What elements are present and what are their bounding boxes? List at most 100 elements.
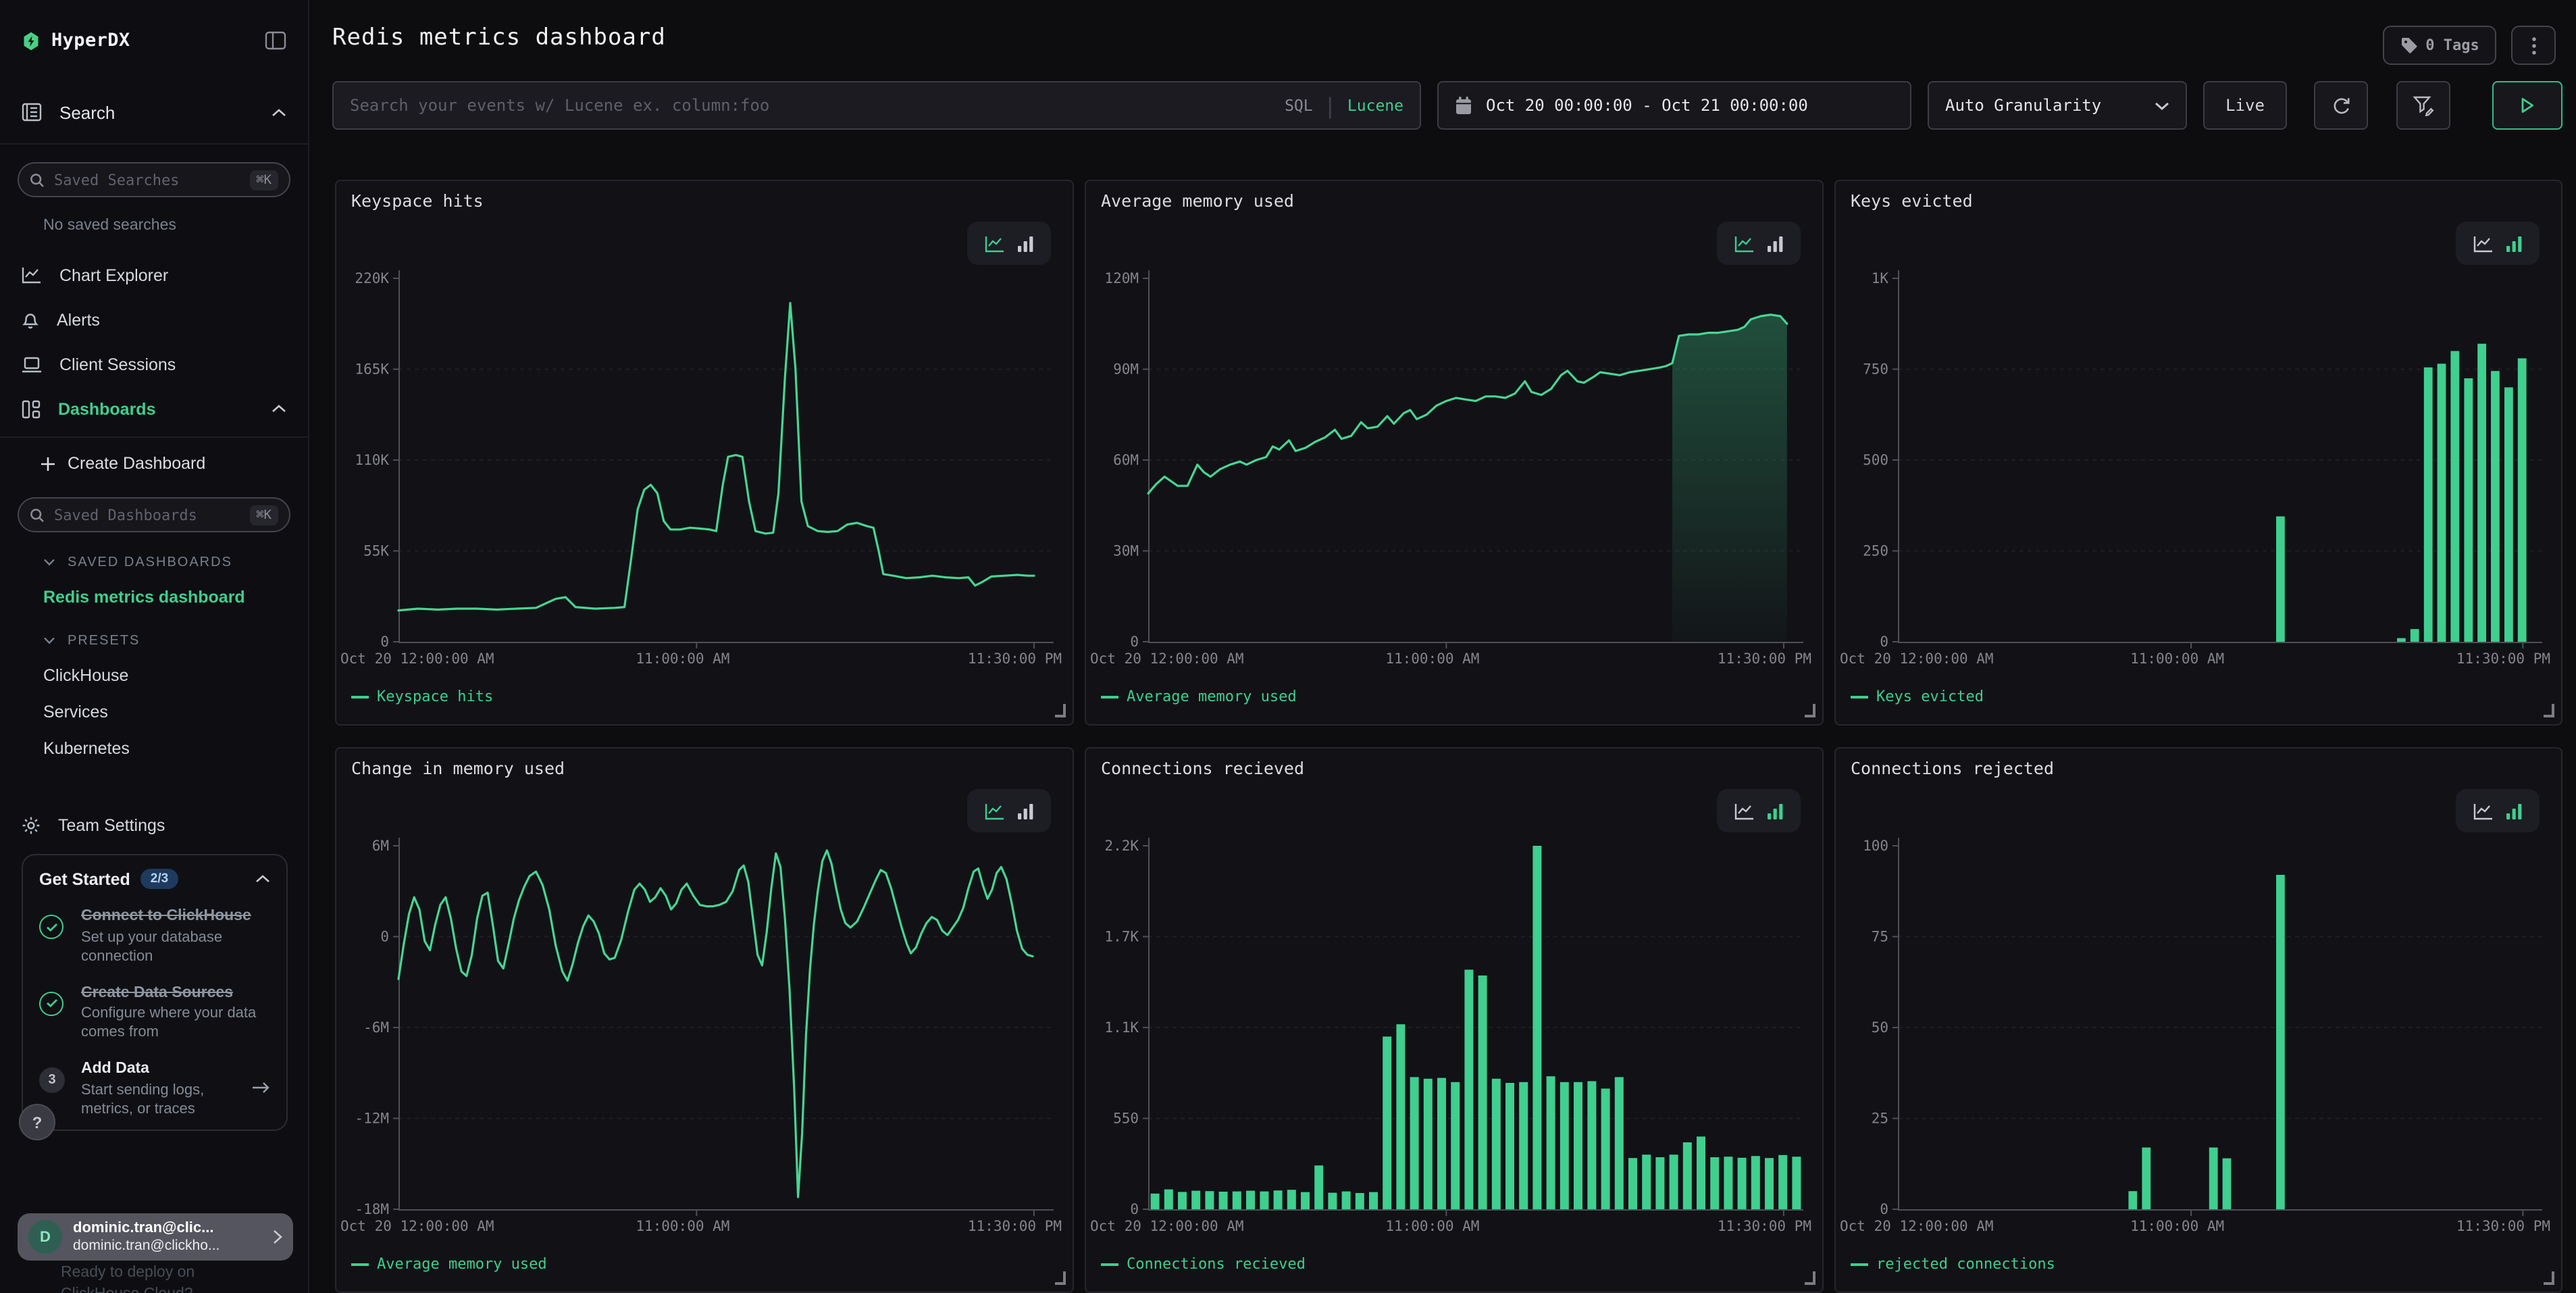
tag-icon	[2400, 36, 2417, 54]
svg-text:1.7K: 1.7K	[1104, 929, 1139, 945]
event-search-input[interactable]: Search your events w/ Lucene ex. column:…	[332, 81, 1421, 130]
check-circle-icon	[39, 915, 63, 939]
x-tick-mid: 11:00:00 AM	[636, 651, 729, 667]
run-query-button[interactable]	[2492, 81, 2562, 130]
sql-mode-toggle[interactable]: SQL	[1285, 96, 1313, 115]
svg-text:60M: 60M	[1113, 452, 1139, 468]
resize-handle[interactable]	[1805, 704, 1815, 717]
sidebar-item-alerts[interactable]: Alerts	[0, 297, 308, 342]
chart-panel-avg-memory: Average memory used120M90M60M30M0Oct 20 …	[1085, 180, 1824, 726]
saved-dashboards-placeholder: Saved Dashboards	[54, 506, 249, 524]
bar-chart-icon[interactable]	[2505, 234, 2523, 252]
date-range-picker[interactable]: Oct 20 00:00:00 - Oct 21 00:00:00	[1437, 81, 1911, 130]
chart-plot-keyspace-hits: 220K165K110K55K0	[336, 181, 1075, 727]
x-tick-end: 11:30:00 PM	[2456, 1219, 2550, 1235]
help-button[interactable]: ?	[19, 1104, 55, 1140]
chart-type-toggle	[2456, 789, 2540, 832]
chevron-down-icon	[43, 634, 55, 649]
svg-text:750: 750	[1863, 361, 1888, 378]
sidebar-item-redis-dashboard[interactable]: Redis metrics dashboard	[43, 588, 308, 607]
saved-dashboards-input[interactable]: Saved Dashboards ⌘K	[18, 497, 290, 532]
resize-handle[interactable]	[2544, 1271, 2554, 1285]
get-started-item-connect[interactable]: Connect to ClickHouse Set up your databa…	[39, 907, 270, 965]
legend-swatch	[1101, 695, 1118, 698]
resize-handle[interactable]	[1055, 704, 1066, 717]
tags-button[interactable]: 0 Tags	[2383, 26, 2496, 65]
chart-panel-connections-rejected: Connections rejected1007550250Oct 20 12:…	[1834, 747, 2562, 1293]
line-chart-icon[interactable]	[2473, 802, 2493, 819]
x-tick-end: 11:30:00 PM	[968, 651, 1062, 667]
chart-type-toggle	[1717, 222, 1801, 265]
page-title: Redis metrics dashboard	[332, 24, 666, 51]
svg-text:55K: 55K	[363, 543, 389, 559]
chart-title-connections-rejected: Connections rejected	[1851, 758, 2054, 778]
sidebar-item-dashboards[interactable]: Dashboards	[0, 386, 308, 431]
bar-chart-icon[interactable]	[1766, 802, 1784, 819]
filter-icon[interactable]	[2396, 81, 2450, 130]
svg-text:0: 0	[1880, 1201, 1888, 1217]
sidebar-item-clickhouse[interactable]: ClickHouse	[43, 666, 308, 685]
search-icon	[30, 507, 45, 522]
resize-handle[interactable]	[1055, 1271, 1066, 1285]
get-started-progress-badge: 2/3	[141, 869, 178, 889]
more-options-button[interactable]	[2511, 26, 2556, 65]
svg-text:1K: 1K	[1872, 270, 1889, 286]
bar-chart-icon[interactable]	[1766, 234, 1784, 252]
svg-text:100: 100	[1863, 838, 1888, 854]
chart-plot-memory-change: 6M0-6M-12M-18M	[336, 749, 1075, 1293]
svg-text:30M: 30M	[1113, 543, 1139, 559]
chart-title-keyspace-hits: Keyspace hits	[351, 191, 484, 211]
chart-legend-connections-rejected: rejected connections	[1851, 1255, 2055, 1273]
saved-dashboards-header[interactable]: SAVED DASHBOARDS	[43, 555, 308, 570]
step-badge: 3	[39, 1067, 65, 1093]
resize-handle[interactable]	[1805, 1271, 1815, 1285]
x-tick-start: Oct 20 12:00:00 AM	[1090, 651, 1244, 667]
sidebar-item-client-sessions[interactable]: Client Sessions	[0, 342, 308, 386]
resize-handle[interactable]	[2544, 704, 2554, 717]
no-saved-searches-text: No saved searches	[43, 218, 308, 234]
svg-text:120M: 120M	[1104, 270, 1139, 286]
bar-chart-icon[interactable]	[2505, 802, 2523, 819]
sidebar-item-kubernetes[interactable]: Kubernetes	[43, 739, 308, 758]
legend-swatch	[1101, 1263, 1118, 1265]
line-chart-icon[interactable]	[2473, 234, 2493, 252]
sidebar-item-services[interactable]: Services	[43, 703, 308, 721]
user-menu[interactable]: D dominic.tran@clic... dominic.tran@clic…	[18, 1213, 293, 1261]
legend-swatch	[1851, 1263, 1868, 1265]
x-tick-end: 11:30:00 PM	[1718, 1219, 1811, 1235]
presets-header[interactable]: PRESETS	[43, 634, 308, 649]
chart-legend-memory-change: Average memory used	[351, 1255, 547, 1273]
search-placeholder: Search your events w/ Lucene ex. column:…	[350, 96, 1285, 115]
sidebar-item-search[interactable]: Search	[0, 92, 308, 132]
chart-panel-keys-evicted: Keys evicted1K7505002500Oct 20 12:00:00 …	[1834, 180, 2562, 726]
chart-plot-avg-memory: 120M90M60M30M0	[1086, 181, 1825, 727]
get-started-item-add-data[interactable]: 3 Add Data Start sending logs, metrics, …	[39, 1059, 270, 1118]
chart-legend-connections-received: Connections recieved	[1101, 1255, 1306, 1273]
x-tick-mid: 11:00:00 AM	[636, 1219, 729, 1235]
chart-type-toggle	[967, 222, 1051, 265]
collapse-sidebar-icon[interactable]	[265, 31, 286, 50]
create-dashboard-button[interactable]: Create Dashboard	[0, 440, 308, 486]
bell-icon	[22, 310, 39, 329]
x-tick-mid: 11:00:00 AM	[1385, 651, 1479, 667]
sidebar-item-chart-explorer[interactable]: Chart Explorer	[0, 253, 308, 297]
line-chart-icon[interactable]	[1734, 802, 1754, 819]
sidebar-item-team-settings[interactable]: Team Settings	[0, 803, 308, 847]
svg-text:1.1K: 1.1K	[1104, 1019, 1139, 1036]
saved-searches-input[interactable]: Saved Searches ⌘K	[18, 162, 290, 197]
bar-chart-icon[interactable]	[1016, 234, 1034, 252]
lucene-mode-toggle[interactable]: Lucene	[1347, 96, 1403, 115]
line-chart-icon[interactable]	[984, 802, 1004, 819]
chart-legend-keys-evicted: Keys evicted	[1851, 688, 1984, 705]
live-button[interactable]: Live	[2203, 81, 2287, 130]
line-chart-icon[interactable]	[1734, 234, 1754, 252]
get-started-item-datasources[interactable]: Create Data Sources Configure where your…	[39, 983, 270, 1042]
divider	[0, 436, 308, 438]
line-chart-icon[interactable]	[984, 234, 1004, 252]
chart-explorer-icon	[22, 266, 42, 284]
hyperdx-app: HyperDX Search Saved Searches ⌘K No save	[0, 0, 2576, 1293]
refresh-button[interactable]	[2314, 81, 2368, 130]
bar-chart-icon[interactable]	[1016, 802, 1034, 819]
chevron-up-icon[interactable]	[255, 874, 270, 884]
granularity-select[interactable]: Auto Granularity	[1928, 81, 2187, 130]
